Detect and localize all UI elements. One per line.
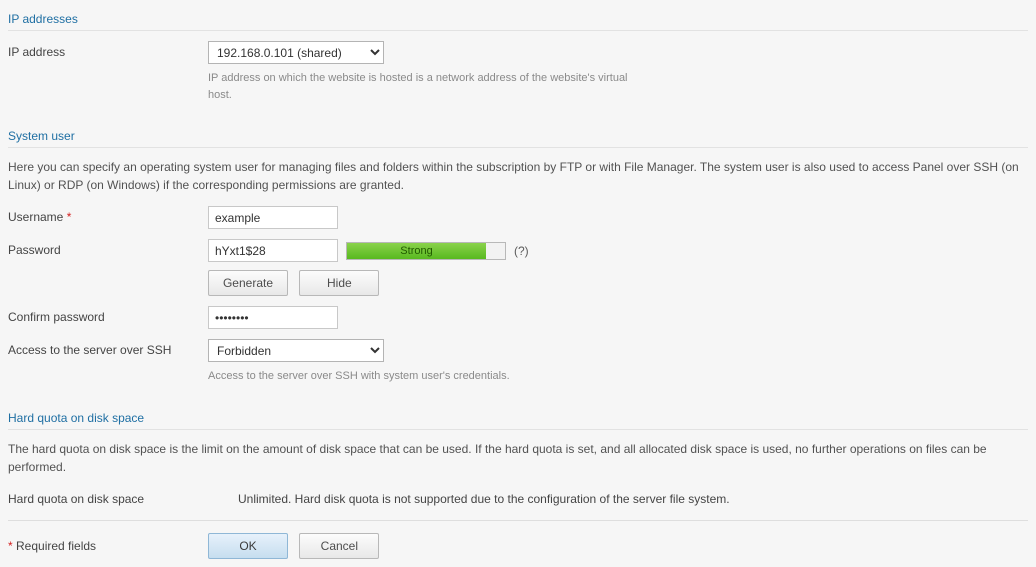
- quota-desc: The hard quota on disk space is the limi…: [8, 440, 1028, 476]
- confirm-password-input[interactable]: [208, 306, 338, 329]
- section-title-quota: Hard quota on disk space: [8, 407, 1028, 430]
- password-strength-bar: Strong: [346, 242, 506, 260]
- ok-button[interactable]: OK: [208, 533, 288, 559]
- quota-label: Hard quota on disk space: [8, 488, 238, 506]
- system-user-desc: Here you can specify an operating system…: [8, 158, 1028, 194]
- password-label: Password: [8, 239, 208, 257]
- username-input[interactable]: [208, 206, 338, 229]
- cancel-button[interactable]: Cancel: [299, 533, 379, 559]
- section-title-user: System user: [8, 125, 1028, 148]
- ip-address-select[interactable]: 192.168.0.101 (shared): [208, 41, 384, 64]
- required-fields-text: Required fields: [13, 539, 96, 553]
- password-input[interactable]: [208, 239, 338, 262]
- quota-value: Unlimited. Hard disk quota is not suppor…: [238, 488, 1028, 506]
- username-label: Username: [8, 210, 63, 224]
- confirm-password-label: Confirm password: [8, 306, 208, 324]
- ip-address-hint: IP address on which the website is hoste…: [208, 70, 628, 103]
- ssh-hint: Access to the server over SSH with syste…: [208, 368, 1028, 385]
- generate-button[interactable]: Generate: [208, 270, 288, 296]
- hide-button[interactable]: Hide: [299, 270, 379, 296]
- ssh-label: Access to the server over SSH: [8, 339, 208, 357]
- section-title-ip: IP addresses: [8, 8, 1028, 31]
- footer-divider: [8, 520, 1028, 521]
- ip-address-label: IP address: [8, 41, 208, 59]
- password-help-link[interactable]: (?): [514, 244, 529, 258]
- password-strength-label: Strong: [347, 243, 486, 259]
- required-asterisk: *: [67, 210, 72, 224]
- ssh-select[interactable]: Forbidden: [208, 339, 384, 362]
